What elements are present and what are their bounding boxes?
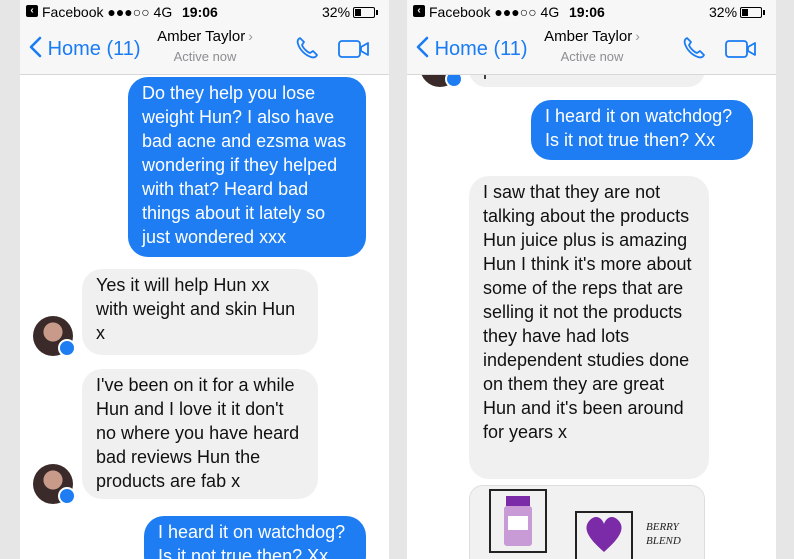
contact-status: Active now [173,49,237,64]
phone-call-button[interactable] [681,35,707,66]
message-thread[interactable]: products are fab x I heard it on watchdo… [407,75,776,559]
network-label: 4G [540,4,560,20]
left-phone-screenshot: ‹ Facebook ●●●○○ 4G 19:06 32% Home (11) … [20,0,389,559]
phone-call-icon [683,37,705,59]
signal-dots: ●●●○○ [107,4,150,20]
right-phone-screenshot: ‹ Facebook ●●●○○ 4G 19:06 32% Home (11) … [407,0,776,559]
messenger-badge-icon [58,339,76,357]
network-label: 4G [153,4,173,20]
contact-name: Amber Taylor [544,28,633,45]
carrier-label: Facebook [42,4,104,20]
photo-caption-line-1: BERRY [646,521,681,533]
facebook-icon: ‹ [26,5,38,17]
incoming-message[interactable]: products are fab x [469,75,705,87]
gutter-right [776,0,794,559]
status-bar: ‹ Facebook ●●●○○ 4G 19:06 32% [407,0,776,24]
contact-info-button[interactable]: Amber Taylor › Active now [145,28,265,64]
back-button[interactable]: Home (11) [415,36,528,61]
contact-info-button[interactable]: Amber Taylor › Active now [532,28,652,64]
juice-plus-product-photo: BERRY BLEND [470,486,704,559]
status-time: 19:06 [182,4,218,20]
conversation-header: Home (11) Amber Taylor › Active now [20,24,389,75]
chevron-right-icon: › [248,28,253,44]
video-call-icon [725,40,756,58]
contact-avatar[interactable] [420,75,463,88]
incoming-message[interactable]: I've been on it for a while Hun and I lo… [82,369,318,499]
phone-call-icon [296,37,318,59]
message-thread[interactable]: Do they help you lose weight Hun? I also… [20,75,389,559]
facebook-icon: ‹ [413,5,425,17]
back-button-label: Home (11) [47,38,141,60]
contact-avatar[interactable] [33,316,76,357]
messenger-badge-icon [58,487,76,505]
contact-status: Active now [560,49,624,64]
status-bar: ‹ Facebook ●●●○○ 4G 19:06 32% [20,0,389,24]
battery-icon [353,7,378,18]
video-call-button[interactable] [725,39,757,64]
status-time: 19:06 [569,4,605,20]
gutter-middle [389,0,407,559]
battery-percent: 32% [709,4,738,20]
back-chevron-icon [416,36,429,58]
chevron-right-icon: › [635,28,640,44]
outgoing-message[interactable]: Do they help you lose weight Hun? I also… [128,77,366,257]
incoming-message[interactable]: I saw that they are not talking about th… [469,176,709,479]
contact-avatar[interactable] [33,464,76,505]
product-photo-message[interactable]: BERRY BLEND [469,485,705,559]
back-button-label: Home (11) [434,38,528,60]
video-call-button[interactable] [338,39,370,64]
contact-name: Amber Taylor [157,28,246,45]
battery-icon [740,7,765,18]
video-call-icon [338,40,369,58]
conversation-header: Home (11) Amber Taylor › Active now [407,24,776,75]
carrier-label: Facebook [429,4,491,20]
back-chevron-icon [29,36,42,58]
signal-dots: ●●●○○ [494,4,537,20]
phone-call-button[interactable] [294,35,320,66]
photo-caption-line-2: BLEND [646,535,681,547]
messenger-badge-icon [445,75,463,88]
incoming-message[interactable]: Yes it will help Hun xx with weight and … [82,269,318,355]
gutter-left [0,0,20,559]
outgoing-message[interactable]: I heard it on watchdog? Is it not true t… [531,100,753,160]
outgoing-message[interactable]: I heard it on watchdog? Is it not true t… [144,516,366,559]
battery-percent: 32% [322,4,351,20]
back-button[interactable]: Home (11) [28,36,141,61]
